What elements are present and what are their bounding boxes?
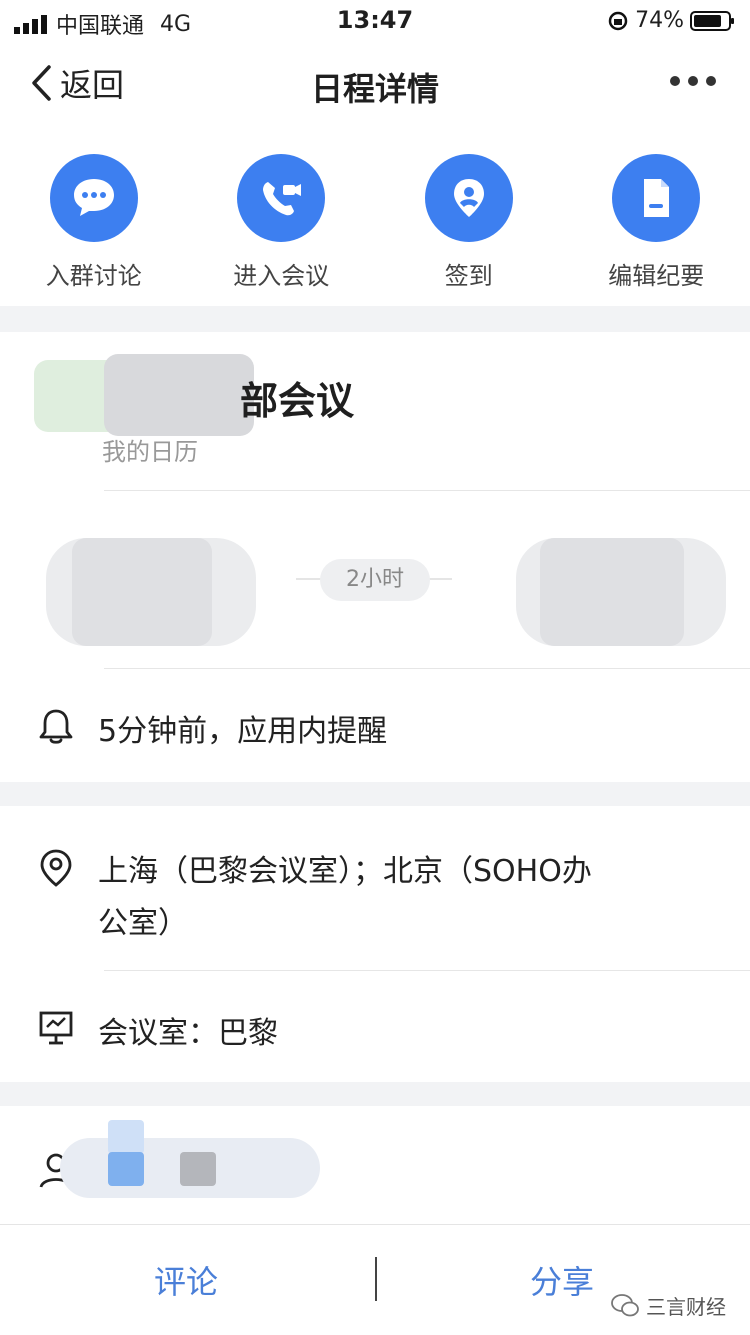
reminder-text: 5分钟前，应用内提醒 (98, 706, 387, 750)
redacted-end-time (540, 538, 684, 646)
chat-icon (69, 173, 119, 223)
redacted-participants (180, 1152, 216, 1186)
participants-card (0, 1106, 750, 1224)
battery-icon (690, 10, 736, 32)
location-icon-circle (425, 154, 513, 242)
more-dot (706, 76, 716, 86)
quick-actions: 入群讨论 进入会议 签到 编辑纪要 (0, 130, 750, 306)
redacted-title-block (104, 354, 254, 436)
redacted-participants (108, 1152, 144, 1186)
comment-button[interactable]: 评论 (154, 1257, 218, 1303)
divider (104, 970, 750, 971)
location-line: 公室） (98, 898, 592, 950)
redacted-participants (108, 1120, 144, 1154)
duration-badge: 2小时 (320, 559, 430, 601)
page-title: 日程详情 (0, 64, 750, 110)
battery-percent: 74% (635, 8, 684, 33)
more-dot (670, 76, 680, 86)
action-label: 入群讨论 (46, 256, 142, 291)
divider (104, 668, 750, 669)
check-in-button[interactable]: 签到 (375, 130, 563, 306)
event-title: 部会议 (240, 370, 354, 425)
location-text: 上海（巴黎会议室）；北京（SOHO办 公室） (98, 846, 592, 950)
status-bar: 中国联通 4G 13:47 74% (0, 0, 750, 40)
meeting-room-screen-icon (36, 1008, 76, 1048)
wechat-icon (610, 1293, 640, 1319)
more-button[interactable] (670, 76, 716, 86)
edit-minutes-button[interactable]: 编辑纪要 (563, 130, 750, 306)
bell-icon (36, 706, 76, 746)
rotation-lock-icon (607, 10, 629, 32)
watermark-text: 三言财经 (646, 1291, 726, 1320)
location-pin-icon (444, 173, 494, 223)
event-info-card: 部会议 我的日历 2小时 5分钟前，应用内提醒 (0, 332, 750, 782)
action-label: 签到 (445, 256, 493, 291)
redacted-start-time (72, 538, 212, 646)
reminder-row: 5分钟前，应用内提醒 (36, 706, 726, 750)
divider (104, 490, 750, 491)
video-call-icon-circle (237, 154, 325, 242)
document-icon-circle (612, 154, 700, 242)
calendar-name: 我的日历 (102, 432, 198, 467)
location-card: 上海（巴黎会议室）；北京（SOHO办 公室） 会议室：巴黎 (0, 806, 750, 1082)
chat-icon-circle (50, 154, 138, 242)
action-label: 进入会议 (233, 256, 329, 291)
join-meeting-button[interactable]: 进入会议 (188, 130, 376, 306)
video-call-icon (256, 173, 306, 223)
action-label: 编辑纪要 (608, 256, 704, 291)
location-pin-outline-icon (36, 848, 76, 888)
bottom-divider (375, 1257, 377, 1301)
share-button[interactable]: 分享 (530, 1257, 594, 1303)
document-icon (631, 173, 681, 223)
nav-bar: 返回 日程详情 (0, 40, 750, 130)
location-line: 上海（巴黎会议室）；北京（SOHO办 (98, 846, 592, 898)
location-row: 上海（巴黎会议室）；北京（SOHO办 公室） (36, 846, 726, 950)
join-group-discussion-button[interactable]: 入群讨论 (0, 130, 188, 306)
watermark: 三言财经 (610, 1291, 726, 1320)
meeting-room-row: 会议室：巴黎 (36, 1008, 726, 1052)
meeting-room-text: 会议室：巴黎 (98, 1008, 278, 1052)
more-dot (688, 76, 698, 86)
